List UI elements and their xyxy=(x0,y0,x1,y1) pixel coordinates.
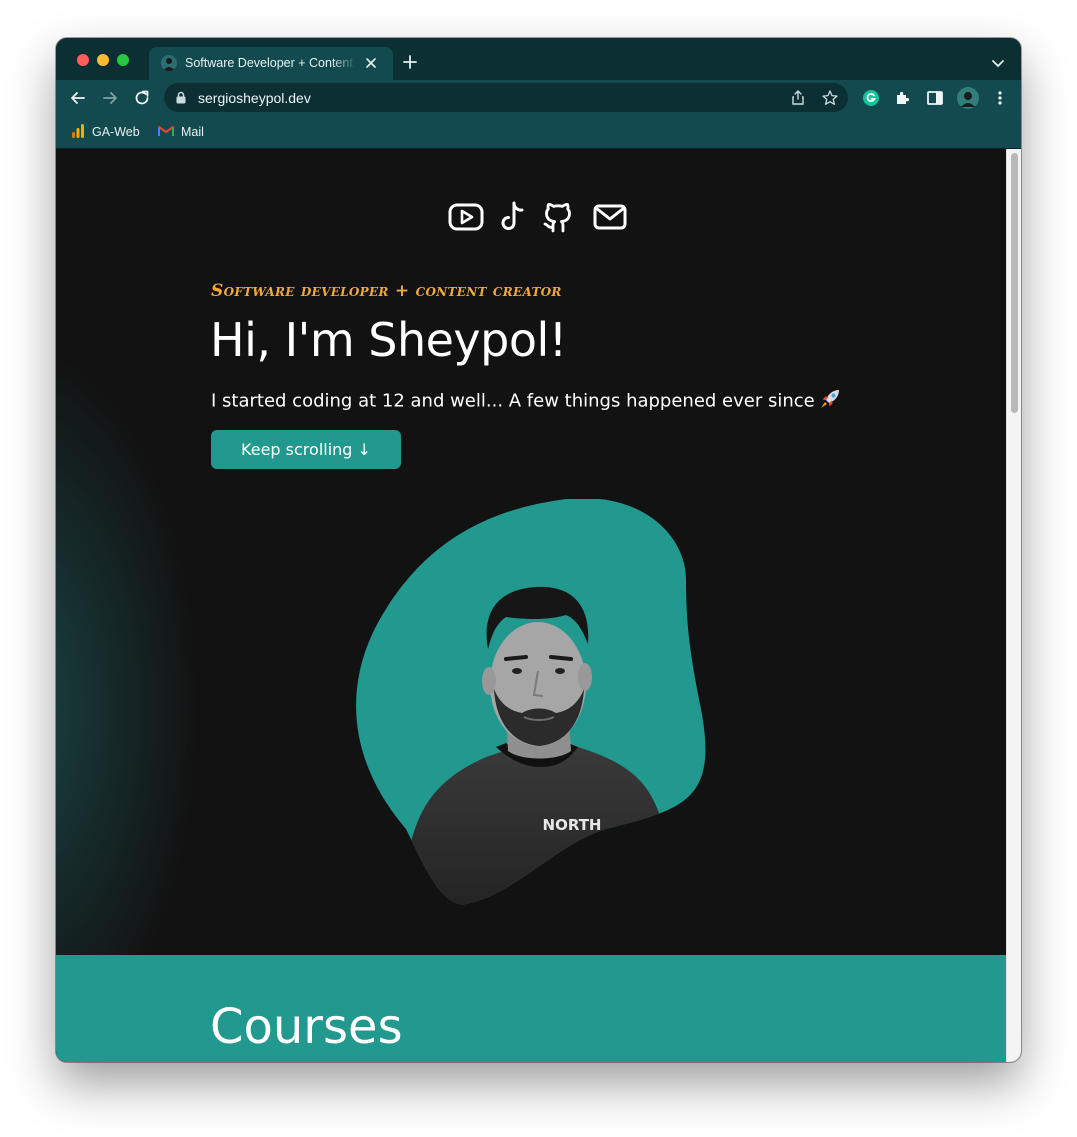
lock-icon[interactable] xyxy=(176,91,186,104)
close-tab-icon[interactable] xyxy=(363,55,379,71)
bookmark-mail[interactable]: Mail xyxy=(158,124,204,140)
gmail-icon xyxy=(158,125,174,140)
analytics-icon xyxy=(71,123,85,142)
page-scrollbar[interactable] xyxy=(1006,149,1021,1062)
rocket-icon xyxy=(819,388,841,415)
active-tab[interactable]: Software Developer + Content Creator xyxy=(149,47,393,80)
reload-icon[interactable] xyxy=(133,89,151,107)
shirt-logo-text: NORTH xyxy=(543,816,602,834)
keep-scrolling-button[interactable]: Keep scrolling ↓ xyxy=(211,430,401,469)
page-viewport: Software developer + content creator Hi,… xyxy=(56,149,1006,1062)
browser-toolbar: sergiosheypol.dev xyxy=(56,80,1021,116)
hero-subtitle: I started coding at 12 and well... A few… xyxy=(211,388,841,415)
profile-avatar[interactable] xyxy=(957,87,979,109)
browser-menu-icon[interactable] xyxy=(991,89,1009,107)
mail-icon[interactable] xyxy=(592,199,628,235)
tab-strip: Software Developer + Content Creator xyxy=(56,38,1021,80)
bookmark-ga-web[interactable]: GA-Web xyxy=(71,123,140,142)
bookmark-label: GA-Web xyxy=(92,125,140,139)
youtube-icon[interactable] xyxy=(448,199,484,235)
url-text[interactable]: sergiosheypol.dev xyxy=(198,90,311,106)
new-tab-icon[interactable] xyxy=(402,54,418,70)
maximize-window-button[interactable] xyxy=(117,54,129,66)
grammarly-extension-icon[interactable] xyxy=(862,89,880,107)
hero-subtitle-text: I started coding at 12 and well... A few… xyxy=(211,390,815,412)
github-icon[interactable] xyxy=(540,199,576,235)
browser-window: Software Developer + Content Creator ser… xyxy=(56,38,1021,1062)
back-icon[interactable] xyxy=(69,89,87,107)
bookmarks-bar: GA-Web Mail xyxy=(56,116,1021,149)
close-window-button[interactable] xyxy=(77,54,89,66)
hero-eyebrow: Software developer + content creator xyxy=(211,281,562,301)
bookmark-star-icon[interactable] xyxy=(822,90,838,105)
tiktok-icon[interactable] xyxy=(496,199,532,235)
hero-section: Software developer + content creator Hi,… xyxy=(56,149,1006,955)
forward-icon[interactable] xyxy=(101,89,119,107)
scrollbar-thumb[interactable] xyxy=(1011,153,1018,413)
courses-section: Courses xyxy=(56,955,1006,1062)
tab-title: Software Developer + Content Creator xyxy=(185,56,357,70)
courses-title: Courses xyxy=(210,999,403,1055)
favicon-icon xyxy=(161,55,177,71)
side-panel-icon[interactable] xyxy=(926,89,944,107)
extensions-puzzle-icon[interactable] xyxy=(894,89,912,107)
hero-title: Hi, I'm Sheypol! xyxy=(210,313,567,367)
minimize-window-button[interactable] xyxy=(97,54,109,66)
profile-portrait: NORTH xyxy=(346,498,716,919)
address-bar[interactable]: sergiosheypol.dev xyxy=(164,83,848,112)
bookmark-label: Mail xyxy=(181,125,204,139)
tab-search-chevron-icon[interactable] xyxy=(991,56,1005,68)
share-icon[interactable] xyxy=(791,90,805,105)
